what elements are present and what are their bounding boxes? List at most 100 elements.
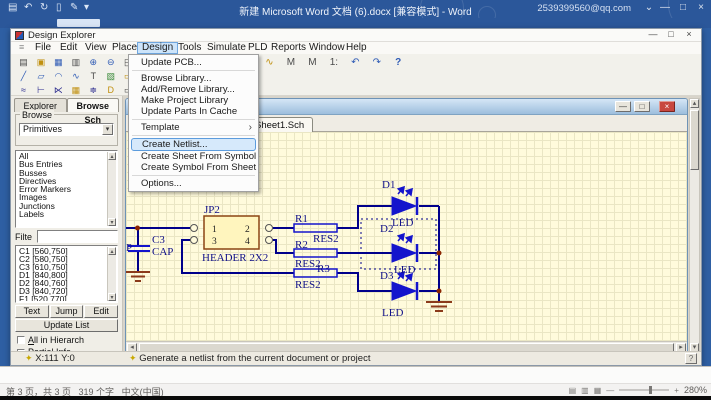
arc-tool-icon[interactable]: ◠ bbox=[52, 69, 65, 83]
comment-label[interactable]: RES2 bbox=[313, 233, 339, 245]
ribbon-options-icon[interactable]: ⌄ bbox=[641, 2, 657, 13]
page-icon[interactable]: ▯ bbox=[56, 2, 62, 13]
save-icon[interactable]: ▤ bbox=[8, 2, 17, 13]
web-layout-icon[interactable]: ▦ bbox=[594, 386, 602, 395]
designator-label[interactable]: D3 bbox=[380, 270, 394, 282]
wire-tool-icon[interactable]: ≈ bbox=[17, 83, 30, 97]
read-mode-icon[interactable]: ▤ bbox=[569, 386, 577, 395]
menu-tools[interactable]: Tools bbox=[174, 42, 205, 54]
bus-tool-icon[interactable]: ⊢ bbox=[34, 83, 47, 97]
scroll-down-icon[interactable]: ▾ bbox=[108, 293, 116, 301]
menu-item-update-pcb[interactable]: Update PCB... bbox=[129, 57, 258, 68]
line-tool-icon[interactable]: ╱ bbox=[17, 69, 30, 83]
scrollbar[interactable]: ▴ ▾ bbox=[107, 247, 116, 301]
print-layout-icon[interactable]: ▥ bbox=[581, 386, 589, 395]
scroll-up-icon[interactable]: ▴ bbox=[108, 247, 116, 255]
account-name[interactable]: 2539399560@qq.com bbox=[537, 3, 631, 14]
chevron-down-icon[interactable]: ▾ bbox=[102, 124, 113, 135]
system-menu-icon[interactable]: ≡ bbox=[19, 42, 24, 52]
comment-label[interactable]: LED bbox=[382, 307, 403, 319]
designator-label[interactable]: D1 bbox=[382, 179, 395, 191]
word-close-button[interactable]: × bbox=[693, 2, 709, 13]
primitives-dropdown[interactable]: Primitives ▾ bbox=[19, 123, 114, 136]
scroll-up-icon[interactable]: ▴ bbox=[690, 99, 699, 108]
connector-jp2[interactable]: 1 2 3 4 JP2 HEADER 2X2 bbox=[191, 204, 273, 264]
power-port-tool-icon[interactable]: ≑ bbox=[87, 83, 100, 97]
help-icon[interactable]: ? bbox=[390, 56, 407, 70]
undo-icon[interactable]: ↶ bbox=[347, 56, 364, 70]
redo-icon[interactable]: ↻ bbox=[40, 2, 48, 13]
designator-label[interactable]: R3 bbox=[317, 263, 330, 275]
comment-label[interactable]: LED bbox=[394, 264, 415, 276]
menu-item-create-symbol-from-sheet[interactable]: Create Symbol From Sheet bbox=[129, 162, 258, 173]
word-minimize-button[interactable]: — bbox=[657, 2, 673, 13]
zoom-in-icon[interactable]: ⊕ bbox=[87, 55, 100, 69]
scrollbar-thumb[interactable] bbox=[690, 110, 699, 170]
menu-item-options[interactable]: Options... bbox=[129, 178, 258, 189]
menu-item-create-sheet-from-symbol[interactable]: Create Sheet From Symbol bbox=[129, 151, 258, 162]
app-maximize-button[interactable]: □ bbox=[663, 29, 679, 39]
edit-button[interactable]: Edit bbox=[84, 305, 118, 318]
open-icon[interactable]: ▣ bbox=[34, 55, 47, 69]
status-help-icon[interactable]: ? bbox=[685, 353, 697, 364]
print-icon[interactable]: ▥ bbox=[69, 55, 82, 69]
list-item[interactable]: Labels bbox=[17, 210, 107, 218]
new-document-icon[interactable]: ▤ bbox=[17, 55, 30, 69]
menu-item-update-parts-in-cache[interactable]: Update Parts In Cache bbox=[129, 106, 258, 117]
image-tool-icon[interactable]: ▧ bbox=[104, 69, 117, 83]
menu-item-add-remove-library[interactable]: Add/Remove Library... bbox=[129, 84, 258, 95]
word-maximize-button[interactable]: □ bbox=[675, 2, 691, 13]
led-symbols[interactable] bbox=[392, 187, 417, 300]
pen-icon[interactable]: ✎ bbox=[70, 2, 78, 13]
designator-label[interactable]: D2 bbox=[380, 223, 393, 235]
undo-icon[interactable]: ↶ bbox=[24, 2, 32, 13]
doc-maximize-button[interactable]: □ bbox=[634, 101, 650, 112]
zoom-in-button[interactable]: + bbox=[674, 386, 679, 395]
jump-button[interactable]: Jump bbox=[50, 305, 84, 318]
menu-item-make-project-library[interactable]: Make Project Library bbox=[129, 95, 258, 106]
designator-label[interactable]: JP2 bbox=[204, 204, 220, 216]
filter-input[interactable] bbox=[37, 230, 118, 243]
zoom-out-button[interactable]: — bbox=[606, 386, 614, 395]
menu-item-create-netlist[interactable]: Create Netlist... bbox=[131, 138, 256, 151]
zoom-slider[interactable] bbox=[619, 389, 669, 391]
text-tool-icon[interactable]: T bbox=[87, 69, 100, 83]
comment-label[interactable]: RES2 bbox=[295, 279, 321, 291]
scrollbar[interactable]: ▴ ▾ bbox=[107, 152, 116, 226]
zoom-slider-handle[interactable] bbox=[649, 386, 652, 394]
designator-label[interactable]: R2 bbox=[295, 239, 308, 251]
all-in-hierarch-checkbox[interactable]: All in Hierarch bbox=[17, 335, 120, 346]
app-minimize-button[interactable]: — bbox=[645, 29, 661, 39]
polygon-tool-icon[interactable]: ▱ bbox=[34, 69, 47, 83]
app-titlebar[interactable]: Design Explorer — □ × bbox=[11, 29, 701, 42]
quick-access-more-icon[interactable]: ▾ bbox=[84, 2, 89, 13]
comment-label[interactable]: HEADER 2X2 bbox=[202, 252, 268, 264]
part-tool-icon[interactable]: D bbox=[104, 83, 117, 97]
doc-close-button[interactable]: × bbox=[659, 101, 675, 112]
menu-item-template[interactable]: Template› bbox=[129, 122, 258, 133]
tab-browse-sch[interactable]: Browse Sch bbox=[67, 98, 120, 112]
menu-simulate[interactable]: Simulate bbox=[203, 42, 250, 54]
text-button[interactable]: Text bbox=[15, 305, 49, 318]
doc-minimize-button[interactable]: — bbox=[615, 101, 631, 112]
scale-icon[interactable]: 1: bbox=[325, 56, 342, 70]
app-close-button[interactable]: × bbox=[681, 29, 697, 39]
net-label-tool-icon[interactable]: ▦ bbox=[69, 83, 82, 97]
signal-icon[interactable]: ∿ bbox=[261, 56, 278, 70]
library-edit-icon[interactable]: M bbox=[304, 56, 321, 70]
designator-label[interactable]: C3 bbox=[152, 234, 165, 246]
menu-item-browse-library[interactable]: Browse Library... bbox=[129, 73, 258, 84]
redo-icon[interactable]: ↷ bbox=[368, 56, 385, 70]
designator-label[interactable]: R1 bbox=[295, 213, 308, 225]
zoom-percentage[interactable]: 280% bbox=[684, 385, 707, 395]
list-item[interactable]: F1 [520,770] bbox=[17, 295, 107, 301]
library-icon[interactable]: M bbox=[282, 56, 299, 70]
bus-entry-tool-icon[interactable]: ⋉ bbox=[52, 83, 65, 97]
save-icon[interactable]: ▦ bbox=[52, 55, 65, 69]
comment-label[interactable]: CAP bbox=[152, 246, 173, 258]
zoom-out-icon[interactable]: ⊖ bbox=[104, 55, 117, 69]
vertical-scrollbar[interactable]: ▴ ▾ bbox=[689, 98, 700, 353]
scroll-down-icon[interactable]: ▾ bbox=[108, 218, 116, 226]
menu-design[interactable]: Design bbox=[137, 42, 178, 54]
ribbon-tab-highlight[interactable] bbox=[57, 19, 100, 27]
